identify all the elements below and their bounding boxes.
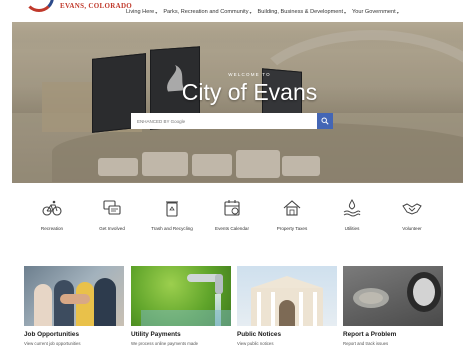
site-search (131, 113, 333, 129)
hero-city-title: City of Evans (181, 79, 318, 105)
card-title: Job Opportunities (24, 331, 80, 338)
quick-link-volunteer[interactable]: Volunteer (382, 198, 442, 231)
quick-link-events-calendar[interactable]: Events Calendar (202, 198, 262, 231)
nav-item-building-business[interactable]: Building, Business & Development ▾ (258, 9, 347, 15)
city-logo[interactable]: EVANS, COLORADO (22, 0, 132, 12)
main-nav: Living Here ▾ Parks, Recreation and Comm… (126, 9, 399, 15)
chevron-down-icon: ▾ (249, 9, 252, 15)
site-header: EVANS, COLORADO Living Here ▾ Parks, Rec… (0, 0, 463, 24)
card-subtitle: View public notices (237, 341, 274, 346)
calendar-icon (224, 200, 240, 216)
chat-bubbles-icon (103, 200, 121, 215)
quick-link-recreation[interactable]: Recreation (22, 198, 82, 231)
nav-label: Building, Business & Development (257, 9, 344, 15)
card-job-opportunities[interactable]: Job Opportunities View current job oppor… (24, 266, 124, 346)
card-subtitle: Report and track issues (343, 341, 389, 346)
nav-label: Parks, Recreation and Community (163, 9, 249, 15)
search-icon (321, 117, 329, 125)
card-title: Utility Payments (131, 331, 181, 338)
house-dollar-icon (283, 200, 301, 216)
nav-item-parks-recreation[interactable]: Parks, Recreation and Community ▾ (163, 9, 251, 15)
bicycle-icon (42, 200, 62, 216)
card-subtitle: View current job opportunities (24, 341, 81, 346)
water-drop-icon (343, 199, 361, 217)
quick-link-label: Get Involved (99, 226, 125, 231)
logo-arc-icon (24, 0, 54, 12)
nav-item-your-government[interactable]: Your Government ▾ (352, 9, 399, 15)
card-title: Report a Problem (343, 331, 397, 338)
search-input[interactable] (131, 113, 317, 129)
nav-label: Living Here (126, 9, 155, 15)
quick-link-utilities[interactable]: Utilities (322, 198, 382, 231)
quick-link-label: Recreation (40, 226, 64, 231)
trash-recycle-icon (166, 201, 178, 217)
job-opportunities-photo (24, 266, 124, 326)
search-button[interactable] (317, 113, 333, 129)
public-notices-photo (237, 266, 337, 326)
hero-welcome-text: WELCOME TO (228, 72, 271, 77)
nav-item-living-here[interactable]: Living Here ▾ (126, 9, 157, 15)
quick-links: Recreation Get Involved Trash and Recycl… (20, 198, 460, 238)
card-public-notices[interactable]: Public Notices View public notices (237, 266, 337, 346)
quick-link-label: Property Taxes (276, 226, 308, 231)
card-utility-payments[interactable]: Utility Payments We process online payme… (131, 266, 231, 346)
report-a-problem-photo (343, 266, 443, 326)
quick-link-trash-recycling[interactable]: Trash and Recycling (142, 198, 202, 231)
card-subtitle: We process online payments made (131, 341, 199, 346)
feature-cards: Job Opportunities View current job oppor… (24, 266, 444, 347)
card-report-a-problem[interactable]: Report a Problem Report and track issues (343, 266, 443, 346)
quick-link-property-taxes[interactable]: Property Taxes (262, 198, 322, 231)
chevron-down-icon: ▾ (396, 9, 399, 15)
chevron-down-icon: ▾ (155, 9, 158, 15)
quick-link-label: Utilities (344, 226, 360, 231)
chevron-down-icon: ▾ (344, 9, 347, 15)
utility-payments-photo (131, 266, 231, 326)
quick-link-label: Events Calendar (215, 226, 249, 231)
quick-link-get-involved[interactable]: Get Involved (82, 198, 142, 231)
quick-link-label: Volunteer (402, 226, 422, 231)
handshake-icon (402, 203, 422, 215)
card-title: Public Notices (237, 331, 282, 338)
nav-label: Your Government (352, 9, 396, 15)
quick-link-label: Trash and Recycling (151, 226, 193, 231)
hero-banner: WELCOME TO City of Evans (12, 22, 463, 183)
logo-text: EVANS, COLORADO (60, 2, 133, 10)
